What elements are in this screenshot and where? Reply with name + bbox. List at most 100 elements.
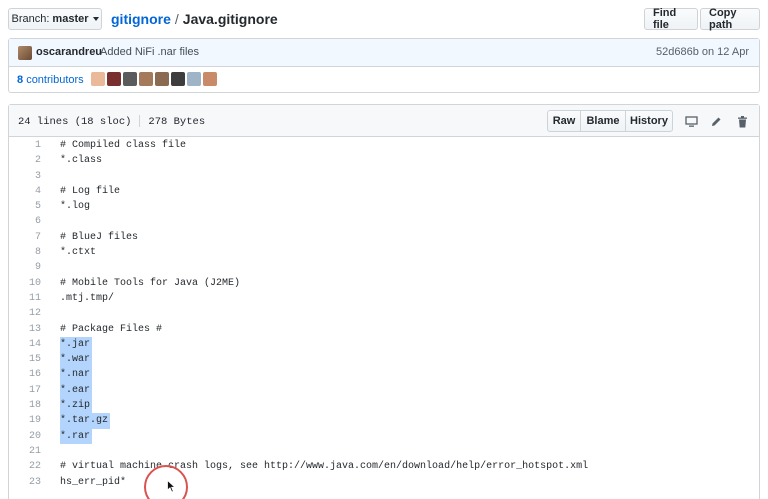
code-line: 6 — [9, 214, 759, 229]
code-line: 20 *.rar — [9, 428, 759, 444]
breadcrumb-separator: / — [174, 11, 179, 27]
line-number[interactable]: 1 — [9, 138, 41, 153]
line-content: # Mobile Tools for Java (J2ME) — [60, 277, 241, 289]
line-number[interactable]: 5 — [9, 199, 41, 214]
line-content: *.ear — [60, 382, 93, 399]
code-line: 21 — [9, 444, 759, 459]
code-line: 8 *.ctxt — [9, 245, 759, 260]
line-number[interactable]: 2 — [9, 153, 41, 168]
line-content: # Log file — [60, 185, 121, 197]
code-line: 4 # Log file — [9, 184, 759, 199]
line-content: *.ctxt — [60, 247, 97, 259]
line-number[interactable]: 21 — [9, 444, 41, 459]
branch-prefix: Branch: — [11, 13, 50, 25]
file-size: 278 Bytes — [148, 115, 206, 128]
line-content: # BlueJ files — [60, 231, 139, 243]
avatar[interactable] — [123, 72, 137, 86]
line-number[interactable]: 19 — [9, 413, 41, 428]
avatar[interactable] — [203, 72, 217, 86]
avatar[interactable] — [171, 72, 185, 86]
line-number[interactable]: 15 — [9, 352, 41, 367]
code-line: 22 # virtual machine crash logs, see http… — [9, 459, 759, 474]
line-content: *.jar — [60, 336, 93, 353]
code-line: 14 *.jar — [9, 336, 759, 353]
code-line: 7 # BlueJ files — [9, 230, 759, 245]
line-number[interactable]: 6 — [9, 214, 41, 229]
pencil-icon[interactable] — [709, 115, 723, 129]
breadcrumb-repo-link[interactable]: gitignore — [111, 11, 171, 27]
line-content: *.class — [60, 155, 103, 167]
line-number[interactable]: 14 — [9, 337, 41, 352]
line-content: *.zip — [60, 398, 93, 414]
line-number[interactable]: 18 — [9, 398, 41, 413]
line-number[interactable]: 10 — [9, 276, 41, 291]
avatar[interactable] — [139, 72, 153, 86]
breadcrumb-file-name: Java.gitignore — [182, 11, 278, 27]
code-line: 16 *.nar — [9, 367, 759, 383]
file-header: 24 lines (18 sloc) 278 Bytes Raw Blame Hi… — [9, 105, 759, 137]
code-line: 2 *.class — [9, 153, 759, 168]
contributor-avatars — [91, 72, 217, 86]
line-number[interactable]: 3 — [9, 169, 41, 184]
line-number[interactable]: 12 — [9, 306, 41, 321]
line-content: *.tar.gz — [60, 413, 111, 429]
line-number[interactable]: 16 — [9, 367, 41, 382]
line-content: # virtual machine crash logs, see http:/… — [60, 461, 589, 473]
avatar[interactable] — [18, 46, 32, 60]
code-line: 15 *.war — [9, 352, 759, 368]
line-content: hs_err_pid* — [60, 476, 127, 488]
code-line: 18 *.zip — [9, 398, 759, 414]
desktop-icon[interactable] — [684, 115, 698, 129]
contributors-count: 8 — [17, 74, 24, 86]
line-number[interactable]: 7 — [9, 230, 41, 245]
chevron-down-icon — [92, 17, 99, 21]
avatar[interactable] — [91, 72, 105, 86]
line-number[interactable]: 4 — [9, 184, 41, 199]
divider — [139, 115, 141, 127]
code-line: 5 *.log — [9, 199, 759, 214]
code-line: 10 # Mobile Tools for Java (J2ME) — [9, 276, 759, 291]
file-line-count: 24 lines (18 sloc) — [18, 115, 132, 128]
mouse-cursor-icon — [167, 479, 177, 496]
line-number[interactable]: 13 — [9, 322, 41, 337]
commit-message[interactable]: Added NiFi .nar files — [100, 46, 199, 58]
contributors-label: contributors — [26, 74, 84, 86]
avatar[interactable] — [107, 72, 121, 86]
branch-select-button[interactable]: Branch: master — [8, 8, 102, 30]
line-content: *.nar — [60, 367, 93, 383]
file-navigation: Branch: master gitignore / Java.gitignore … — [8, 7, 760, 31]
line-number[interactable]: 8 — [9, 245, 41, 260]
code-line: 11 .mtj.tmp/ — [9, 291, 759, 306]
line-number[interactable]: 23 — [9, 475, 41, 490]
code-line: 12 — [9, 306, 759, 321]
file-viewer: 24 lines (18 sloc) 278 Bytes Raw Blame Hi… — [8, 104, 760, 499]
line-number[interactable]: 17 — [9, 383, 41, 398]
avatar[interactable] — [155, 72, 169, 86]
code-line: 1 # Compiled class file — [9, 138, 759, 153]
copy-path-button[interactable]: Copy path — [700, 7, 760, 31]
commit-tease: oscarandreu Added NiFi .nar files 52d686… — [8, 38, 760, 93]
commit-author[interactable]: oscarandreu — [36, 46, 102, 58]
trash-icon[interactable] — [735, 115, 749, 129]
line-content: # Compiled class file — [60, 140, 187, 151]
latest-commit-row: oscarandreu Added NiFi .nar files 52d686… — [9, 39, 759, 67]
history-button[interactable]: History — [625, 110, 673, 132]
code-line: 13 # Package Files # — [9, 322, 759, 337]
code-line: 3 — [9, 169, 759, 184]
line-number[interactable]: 22 — [9, 459, 41, 474]
file-info: 24 lines (18 sloc) 278 Bytes — [18, 115, 205, 128]
blame-button[interactable]: Blame — [580, 110, 626, 132]
line-number[interactable]: 20 — [9, 429, 41, 444]
line-content: *.rar — [60, 428, 93, 444]
raw-button[interactable]: Raw — [547, 110, 581, 132]
line-number[interactable]: 9 — [9, 260, 41, 275]
contributors-link[interactable]: 8 contributors — [17, 74, 84, 86]
find-file-button[interactable]: Find file — [644, 7, 698, 31]
line-content: .mtj.tmp/ — [60, 292, 115, 304]
breadcrumb: gitignore / Java.gitignore — [111, 9, 278, 29]
avatar[interactable] — [187, 72, 201, 86]
commit-meta[interactable]: 52d686b on 12 Apr — [656, 46, 749, 58]
line-content: *.log — [60, 201, 91, 213]
line-number[interactable]: 11 — [9, 291, 41, 306]
code-line: 9 — [9, 260, 759, 275]
